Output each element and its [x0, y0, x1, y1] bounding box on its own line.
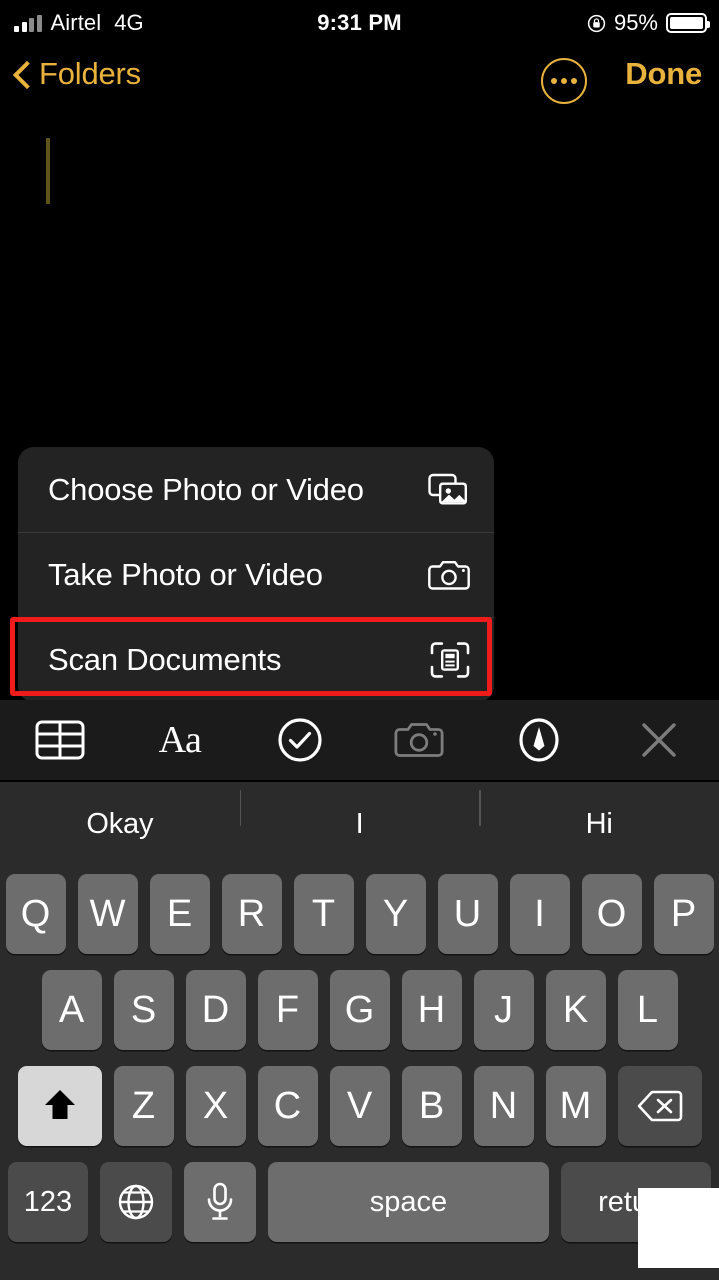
text-format-label: Aa	[158, 719, 202, 761]
key-m[interactable]: M	[545, 1066, 606, 1146]
status-bar-right: 95%	[587, 10, 710, 36]
key-d[interactable]: D	[185, 970, 246, 1050]
prediction-2[interactable]: I	[239, 789, 480, 841]
key-y[interactable]: Y	[365, 874, 426, 954]
key-l[interactable]: L	[617, 970, 678, 1050]
format-toolbar: Aa	[0, 700, 719, 780]
key-p[interactable]: P	[653, 874, 714, 954]
globe-icon[interactable]	[100, 1162, 172, 1242]
delete-backward-icon[interactable]	[617, 1066, 702, 1146]
key-c[interactable]: C	[257, 1066, 318, 1146]
document-scanner-icon	[426, 640, 470, 680]
keyboard-row-3: Z X C V B N M	[0, 1058, 719, 1154]
key-e[interactable]: E	[149, 874, 210, 954]
shift-up-icon[interactable]	[17, 1066, 102, 1146]
back-button-label: Folders	[39, 56, 141, 91]
keyboard-row-1: Q W E R T Y U I O P	[0, 866, 719, 962]
menu-item-label: Scan Documents	[48, 642, 282, 677]
key-n[interactable]: N	[473, 1066, 534, 1146]
battery-full-icon	[666, 13, 710, 33]
menu-item-label: Take Photo or Video	[48, 557, 323, 592]
checklist-icon[interactable]	[240, 700, 360, 780]
key-space[interactable]: space	[268, 1162, 549, 1242]
key-h[interactable]: H	[401, 970, 462, 1050]
menu-item-take-photo-or-video[interactable]: Take Photo or Video	[18, 532, 494, 617]
photo-stack-icon	[426, 470, 470, 510]
key-w[interactable]: W	[77, 874, 138, 954]
rotation-lock-icon	[587, 14, 606, 33]
navigation-bar: Folders Done	[0, 52, 719, 114]
prediction-3[interactable]: Hi	[479, 789, 719, 841]
key-t[interactable]: T	[293, 874, 354, 954]
key-x[interactable]: X	[185, 1066, 246, 1146]
chevron-left-icon	[14, 61, 29, 87]
table-icon[interactable]	[0, 700, 120, 780]
key-a[interactable]: A	[41, 970, 102, 1050]
key-s[interactable]: S	[113, 970, 174, 1050]
key-v[interactable]: V	[329, 1066, 390, 1146]
text-format-icon[interactable]: Aa	[120, 700, 240, 780]
key-numbers[interactable]: 123	[8, 1162, 88, 1242]
keyboard-row-2: A S D F G H J K L	[0, 962, 719, 1058]
note-editor-body[interactable]	[0, 120, 719, 440]
phone-screen: Airtel 4G 9:31 PM 95% Folders Done Choos…	[0, 0, 719, 1280]
key-u[interactable]: U	[437, 874, 498, 954]
key-r[interactable]: R	[221, 874, 282, 954]
key-z[interactable]: Z	[113, 1066, 174, 1146]
menu-item-label: Choose Photo or Video	[48, 471, 364, 507]
predictive-text-bar: Okay I Hi	[0, 782, 719, 866]
camera-icon[interactable]	[359, 700, 479, 780]
back-to-folders-button[interactable]: Folders	[14, 56, 141, 92]
close-icon[interactable]	[599, 700, 719, 780]
status-bar: Airtel 4G 9:31 PM 95%	[0, 0, 719, 46]
key-q[interactable]: Q	[5, 874, 66, 954]
menu-item-scan-documents[interactable]: Scan Documents	[18, 617, 494, 702]
key-b[interactable]: B	[401, 1066, 462, 1146]
key-f[interactable]: F	[257, 970, 318, 1050]
prediction-1[interactable]: Okay	[0, 808, 240, 841]
white-overlay-patch	[638, 1188, 719, 1268]
battery-percent-label: 95%	[613, 10, 658, 35]
key-i[interactable]: I	[509, 874, 570, 954]
microphone-icon[interactable]	[184, 1162, 256, 1242]
camera-icon	[426, 555, 470, 595]
key-g[interactable]: G	[329, 970, 390, 1050]
done-button[interactable]: Done	[625, 56, 702, 92]
attachment-action-menu: Choose Photo or Video Take Photo or Vide…	[18, 447, 494, 702]
menu-item-choose-photo-or-video[interactable]: Choose Photo or Video	[18, 447, 494, 532]
markup-pen-icon[interactable]	[479, 700, 599, 780]
ellipsis-circle-icon[interactable]	[541, 58, 587, 104]
text-caret	[46, 138, 50, 204]
key-o[interactable]: O	[581, 874, 642, 954]
onscreen-keyboard: Q W E R T Y U I O P A S D F G H J K L Z …	[0, 866, 719, 1280]
keyboard-row-4: 123 space return	[0, 1154, 719, 1250]
key-k[interactable]: K	[545, 970, 606, 1050]
key-j[interactable]: J	[473, 970, 534, 1050]
